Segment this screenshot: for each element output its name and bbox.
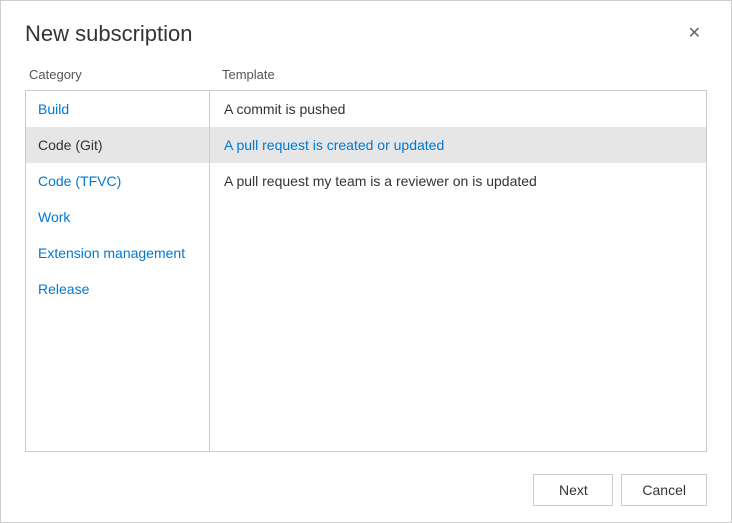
template-item-commit-pushed[interactable]: A commit is pushed	[210, 91, 706, 127]
template-item-pull-request-reviewer[interactable]: A pull request my team is a reviewer on …	[210, 163, 706, 199]
next-button[interactable]: Next	[533, 474, 613, 506]
category-item-release[interactable]: Release	[26, 271, 209, 307]
column-labels: Category Template	[25, 67, 707, 82]
dialog-header: New subscription ✕	[1, 1, 731, 57]
dialog-content: Category Template BuildCode (Git)Code (T…	[1, 57, 731, 462]
dialog-footer: Next Cancel	[1, 462, 731, 522]
lists-container: BuildCode (Git)Code (TFVC)WorkExtension …	[25, 90, 707, 452]
cancel-button[interactable]: Cancel	[621, 474, 707, 506]
category-item-work[interactable]: Work	[26, 199, 209, 235]
new-subscription-dialog: New subscription ✕ Category Template Bui…	[0, 0, 732, 523]
category-list: BuildCode (Git)Code (TFVC)WorkExtension …	[25, 90, 210, 452]
category-item-build[interactable]: Build	[26, 91, 209, 127]
category-item-code-git[interactable]: Code (Git)	[26, 127, 209, 163]
template-label: Template	[210, 67, 707, 82]
category-item-code-tfvc[interactable]: Code (TFVC)	[26, 163, 209, 199]
category-item-extension-management[interactable]: Extension management	[26, 235, 209, 271]
category-label: Category	[25, 67, 210, 82]
dialog-title: New subscription	[25, 21, 193, 47]
close-button[interactable]: ✕	[682, 22, 707, 46]
template-list: A commit is pushedA pull request is crea…	[210, 90, 707, 452]
template-item-pull-request-created[interactable]: A pull request is created or updated	[210, 127, 706, 163]
